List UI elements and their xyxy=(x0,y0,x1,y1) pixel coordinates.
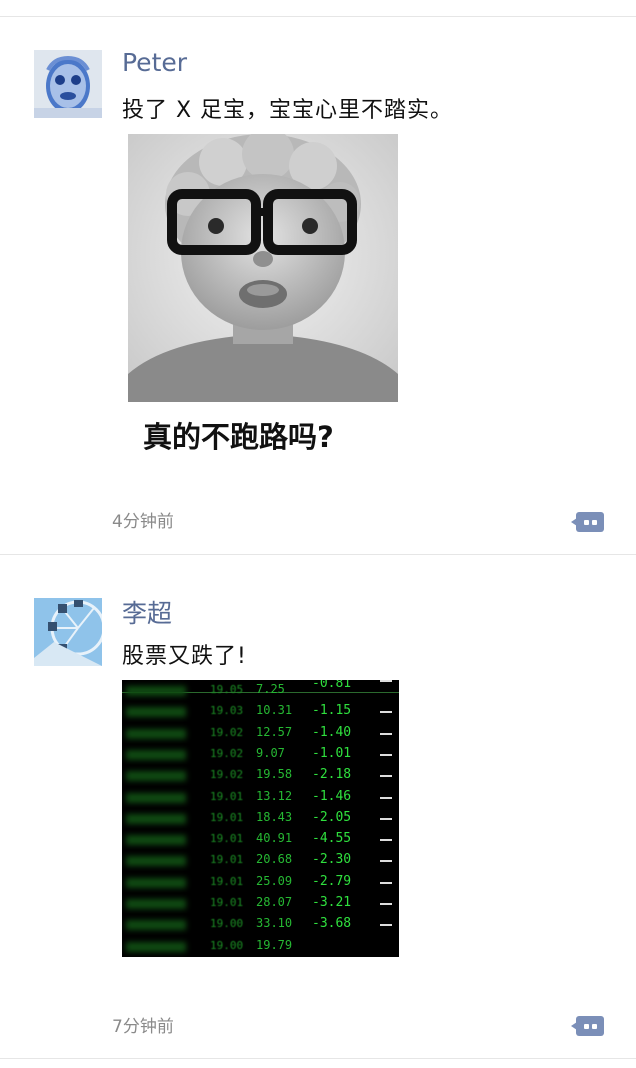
stock-price: 18.43 xyxy=(256,809,293,824)
stock-volume: 19.01 xyxy=(210,896,244,909)
stock-volume: 19.00 xyxy=(210,917,244,931)
stock-volume: 19.01 xyxy=(210,789,244,803)
top-divider xyxy=(0,16,636,17)
stock-change: -4.55 xyxy=(312,831,352,847)
stock-name-blur xyxy=(126,835,186,846)
stock-name-blur xyxy=(126,771,186,782)
stock-change: -3.21 xyxy=(312,895,352,910)
username[interactable]: 李超 xyxy=(122,594,172,630)
stock-row: 19.01 25.09 -2.79 xyxy=(122,872,399,894)
stock-name-blur xyxy=(126,941,186,952)
stock-volume: 19.01 xyxy=(210,810,244,824)
stock-change: -2.18 xyxy=(312,767,352,783)
post-timestamp: 4分钟前 xyxy=(112,512,174,532)
comment-icon[interactable] xyxy=(571,1016,604,1036)
stock-change: -0.81 xyxy=(312,680,352,691)
stock-change: -2.79 xyxy=(312,873,352,889)
stock-row: 19.01 40.91 -4.55 xyxy=(122,829,399,851)
stock-row: 19.00 19.79 xyxy=(122,936,399,957)
stock-row: 19.03 10.31 -1.15 xyxy=(122,701,399,723)
stock-price: 12.57 xyxy=(256,724,293,739)
stock-row: 19.02 19.58 -2.18 xyxy=(122,765,399,787)
stock-volume: 19.01 xyxy=(210,853,244,867)
stock-price: 19.79 xyxy=(256,937,293,952)
stock-name-blur xyxy=(126,813,186,824)
stock-row: 19.05 7.25 -0.81 xyxy=(122,680,399,702)
stock-volume: 19.01 xyxy=(210,832,244,846)
stock-price: 40.91 xyxy=(256,831,293,846)
avatar[interactable] xyxy=(34,598,102,666)
stock-dash xyxy=(380,903,392,905)
stock-row: 19.01 20.68 -2.30 xyxy=(122,850,399,872)
stock-dash xyxy=(380,817,392,820)
stock-volume: 19.03 xyxy=(210,704,244,718)
stock-volume: 19.02 xyxy=(210,746,244,760)
image-caption: 真的不跑路吗? xyxy=(143,420,334,454)
stock-dash xyxy=(380,753,392,756)
stock-name-blur xyxy=(126,728,186,739)
stock-volume: 19.02 xyxy=(210,725,244,739)
stock-row: 19.00 33.10 -3.68 xyxy=(122,914,399,936)
stock-name-blur xyxy=(126,686,186,696)
stock-price: 19.58 xyxy=(256,767,293,782)
comment-dot xyxy=(592,520,597,525)
stock-dash xyxy=(380,839,392,842)
post-text: 投了 X 足宝，宝宝心里不踏实。 xyxy=(122,98,454,123)
stock-row: 19.01 13.12 -1.46 xyxy=(122,787,399,809)
stock-row: 19.02 9.07 -1.01 xyxy=(122,744,399,766)
bottom-divider xyxy=(0,1058,636,1059)
stock-price: 13.12 xyxy=(256,788,293,803)
stock-price: 33.10 xyxy=(256,916,293,931)
stock-name-blur xyxy=(126,877,186,888)
stock-price: 25.09 xyxy=(256,873,293,888)
post-image[interactable] xyxy=(128,134,398,402)
stock-name-blur xyxy=(126,920,186,931)
stock-dash xyxy=(380,680,392,682)
stock-change: -2.30 xyxy=(312,852,352,868)
stock-volume: 19.00 xyxy=(210,938,244,952)
stock-name-blur xyxy=(126,707,186,718)
stock-dash xyxy=(380,924,392,927)
stock-change: -2.05 xyxy=(312,809,352,825)
stock-row: 19.01 18.43 -2.05 xyxy=(122,808,399,830)
stock-change: -1.01 xyxy=(312,745,352,761)
stock-price: 20.68 xyxy=(256,852,293,867)
stock-price: 9.07 xyxy=(256,745,285,760)
stock-dash xyxy=(380,775,392,778)
stock-name-blur xyxy=(126,899,186,909)
stock-dash xyxy=(380,860,392,863)
stock-change: -1.46 xyxy=(312,788,352,804)
stock-dash xyxy=(380,711,392,714)
stock-row: 19.01 28.07 -3.21 xyxy=(122,893,399,915)
post-text: 股票又跌了! xyxy=(122,644,247,669)
avatar[interactable] xyxy=(34,50,102,118)
stock-price: 10.31 xyxy=(256,703,293,718)
stock-dash xyxy=(380,796,392,799)
stock-dash xyxy=(380,732,392,735)
comment-dot xyxy=(584,1024,589,1029)
stock-change: -1.15 xyxy=(312,703,352,719)
stock-name-blur xyxy=(126,856,186,867)
username[interactable]: Peter xyxy=(122,48,187,77)
comment-icon[interactable] xyxy=(571,512,604,532)
stock-dash xyxy=(380,881,392,884)
stock-price: 28.07 xyxy=(256,895,293,909)
post-divider xyxy=(0,554,636,555)
comment-dot xyxy=(592,1024,597,1029)
stock-volume: 19.02 xyxy=(210,768,244,782)
stock-price: 7.25 xyxy=(256,682,285,696)
post-timestamp: 7分钟前 xyxy=(112,1017,174,1037)
stock-name-blur xyxy=(126,749,186,760)
stock-name-blur xyxy=(126,792,186,803)
stock-change: -3.68 xyxy=(312,916,352,932)
stock-volume: 19.05 xyxy=(210,683,244,696)
stock-row: 19.02 12.57 -1.40 xyxy=(122,723,399,745)
comment-dot xyxy=(584,520,589,525)
stock-change: -1.40 xyxy=(312,724,352,740)
stock-volume: 19.01 xyxy=(210,874,244,888)
post-image[interactable]: 19.05 7.25 -0.81 19.03 10.31 -1.15 19.02 12.57 -… xyxy=(122,680,399,957)
